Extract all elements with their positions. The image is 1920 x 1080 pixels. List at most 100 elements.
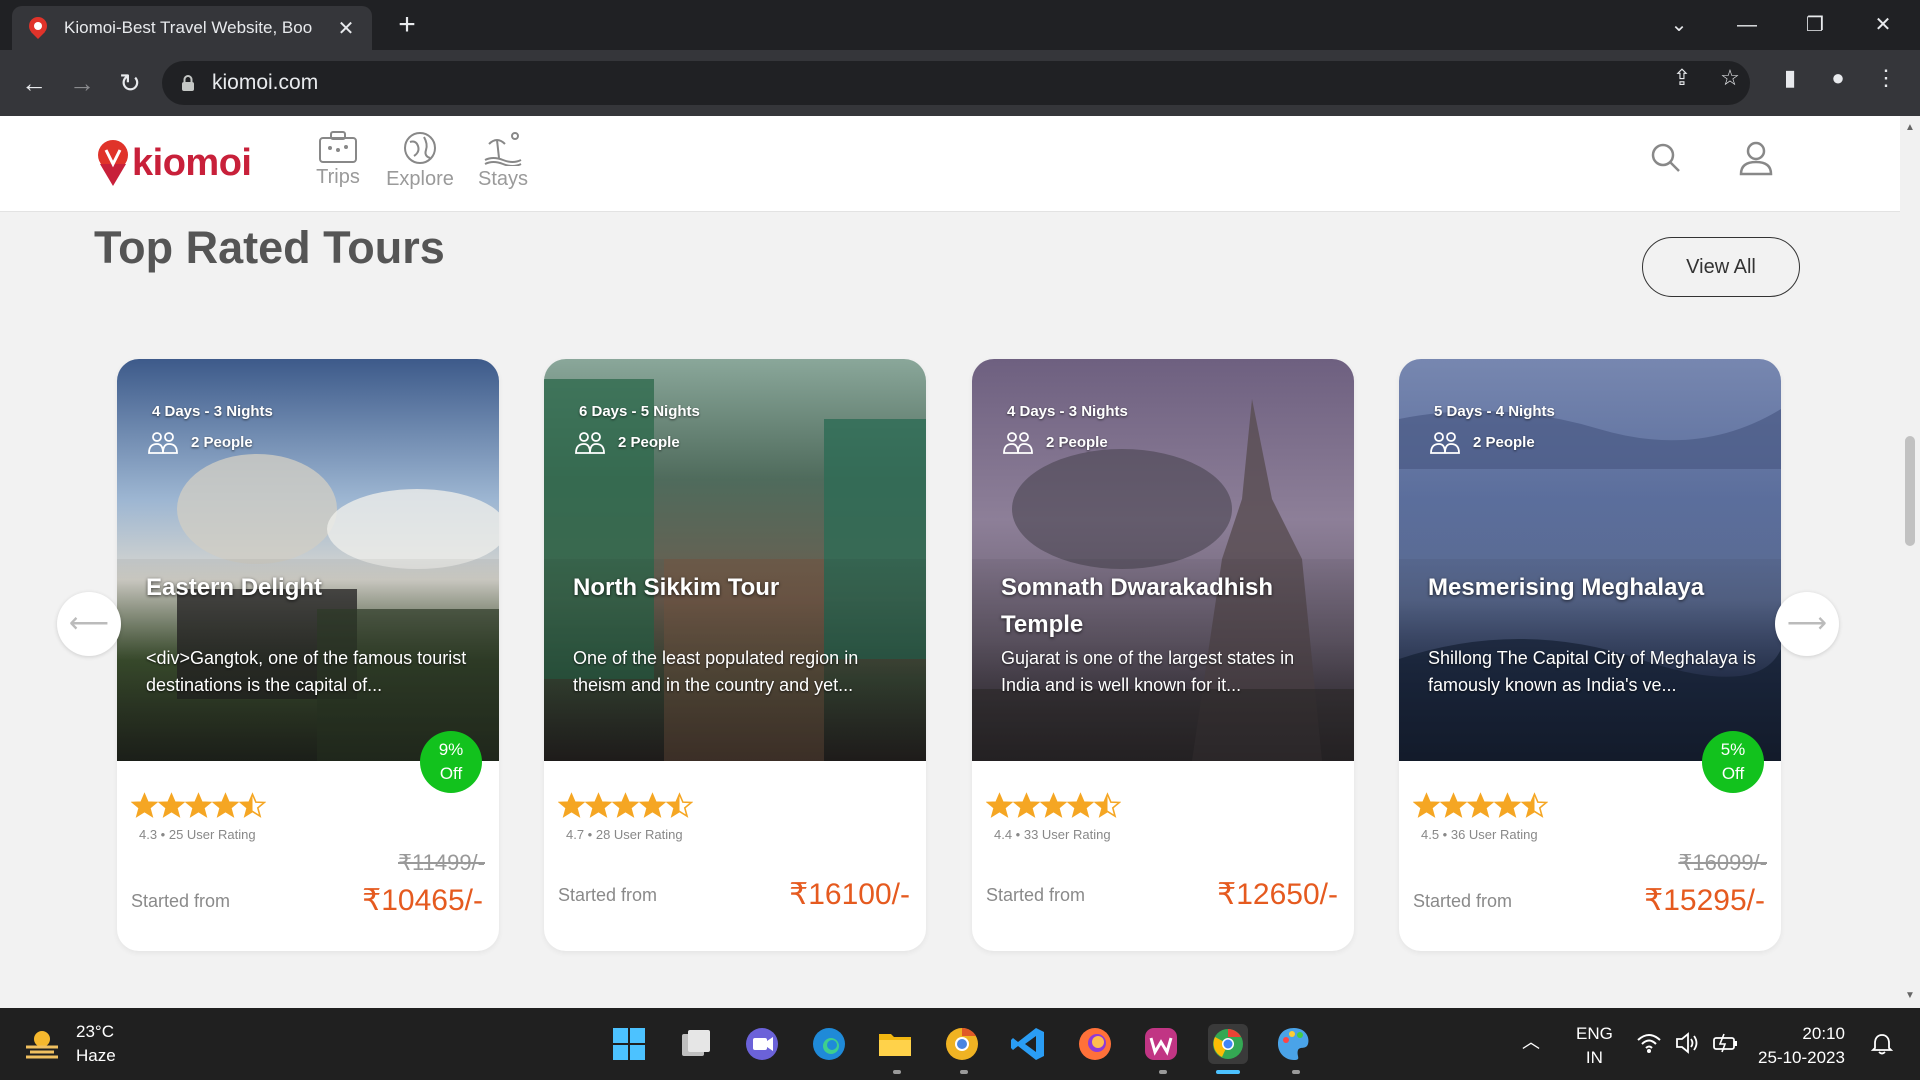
vscode-icon[interactable] <box>1008 1024 1048 1064</box>
share-icon[interactable]: ⇪ <box>1666 62 1698 94</box>
nav-stays-label: Stays <box>477 168 529 190</box>
tour-people: 2 People <box>1429 429 1535 455</box>
tab-title: Kiomoi-Best Travel Website, Boo <box>64 18 313 37</box>
tab-search-icon[interactable]: ⌄ <box>1664 10 1694 40</box>
star-rating <box>558 792 693 819</box>
wifi-icon[interactable] <box>1636 1030 1662 1056</box>
volume-icon[interactable] <box>1674 1030 1700 1056</box>
tour-card[interactable]: 4 Days - 3 Nights 2 People Somnath Dwara… <box>972 359 1354 951</box>
carousel-prev-button[interactable]: ⟵ <box>57 592 121 656</box>
star-icon <box>185 792 212 818</box>
tour-title[interactable]: Mesmerising Meghalaya <box>1428 569 1758 606</box>
chrome-icon[interactable] <box>1208 1024 1248 1064</box>
running-indicator <box>1292 1070 1300 1074</box>
notification-icon[interactable] <box>1870 1032 1894 1056</box>
browser-tab[interactable]: Kiomoi-Best Travel Website, Boo ✕ <box>12 6 372 50</box>
kiomoi-favicon-icon <box>29 17 47 39</box>
tour-card[interactable]: 5 Days - 4 Nights 2 People Mesmerising M… <box>1399 359 1781 951</box>
nav-trips-label: Trips <box>316 166 360 188</box>
carousel-next-button[interactable]: ⟶ <box>1775 592 1839 656</box>
running-indicator <box>960 1070 968 1074</box>
wps-icon[interactable] <box>1141 1024 1181 1064</box>
address-bar[interactable]: kiomoi.com <box>162 61 1750 105</box>
people-icon <box>148 432 178 454</box>
nav-explore[interactable]: Explore <box>380 130 460 191</box>
tour-description: Gujarat is one of the largest states in … <box>1001 648 1295 695</box>
user-account-icon[interactable] <box>1736 138 1776 178</box>
clock[interactable]: 20:10 25-10-2023 <box>1758 1022 1845 1070</box>
menu-icon[interactable]: ⋮ <box>1870 62 1902 94</box>
profile-icon[interactable]: ● <box>1822 62 1854 94</box>
tour-price: ₹15295/- <box>1644 884 1765 917</box>
star-icon <box>1521 792 1548 818</box>
beach-icon <box>484 132 522 166</box>
language-indicator[interactable]: ENG IN <box>1576 1022 1613 1070</box>
star-icon <box>1094 792 1121 818</box>
kiomoi-logo-icon <box>98 140 128 186</box>
close-window-icon[interactable]: ✕ <box>1868 10 1898 40</box>
tour-description: One of the least populated region in the… <box>573 648 859 695</box>
bookmark-star-icon[interactable]: ☆ <box>1714 62 1746 94</box>
star-rating <box>986 792 1121 819</box>
chat-icon[interactable] <box>742 1024 782 1064</box>
reload-icon[interactable]: ↻ <box>114 67 146 99</box>
side-panel-icon[interactable]: ▮ <box>1774 62 1806 94</box>
new-tab-icon[interactable]: + <box>392 10 422 40</box>
scroll-thumb[interactable] <box>1905 436 1915 546</box>
restore-icon[interactable]: ❐ <box>1800 10 1830 40</box>
old-price: ₹16099/- <box>1678 850 1767 875</box>
rating-text: 4.4 • 33 User Rating <box>994 827 1111 842</box>
forward-icon[interactable]: → <box>66 67 98 99</box>
kiomoi-logo[interactable]: kiomoi <box>96 138 252 188</box>
page-scrollbar[interactable]: ▲ ▼ <box>1900 116 1920 1008</box>
star-icon <box>212 792 239 818</box>
weather-condition: Haze <box>76 1046 116 1065</box>
minimize-icon[interactable]: — <box>1732 10 1762 40</box>
tour-card[interactable]: 6 Days - 5 Nights 2 People North Sikkim … <box>544 359 926 951</box>
tour-people: 2 People <box>574 429 680 455</box>
tour-people: 2 People <box>1002 429 1108 455</box>
star-icon <box>1067 792 1094 818</box>
started-from-label: Started from <box>131 891 231 911</box>
windows-start-icon[interactable] <box>609 1024 649 1064</box>
running-indicator <box>893 1070 901 1074</box>
scroll-up-icon[interactable]: ▲ <box>1900 120 1920 136</box>
tour-title[interactable]: Somnath Dwarakadhish Temple <box>1001 569 1331 643</box>
tour-duration: 5 Days - 4 Nights <box>1434 403 1555 420</box>
scroll-down-icon[interactable]: ▼ <box>1900 988 1920 1004</box>
started-from-label: Started from <box>986 885 1086 905</box>
rating-text: 4.5 • 36 User Rating <box>1421 827 1538 842</box>
tour-price: ₹16100/- <box>789 878 910 911</box>
running-indicator <box>1159 1070 1167 1074</box>
star-icon <box>1494 792 1521 818</box>
search-icon[interactable] <box>1646 138 1686 178</box>
tab-close-icon[interactable]: ✕ <box>334 16 358 41</box>
discount-badge: 9% Off <box>420 731 482 793</box>
site-header: kiomoi Trips Explore Stays <box>0 116 1900 212</box>
task-view-icon[interactable] <box>676 1024 716 1064</box>
weather-widget[interactable]: 23°C Haze <box>24 1020 116 1068</box>
firefox-icon[interactable] <box>1075 1024 1115 1064</box>
browser-tab-bar: Kiomoi-Best Travel Website, Boo ✕ + ⌄ — … <box>0 0 1920 50</box>
nav-trips[interactable]: Trips <box>298 130 378 189</box>
star-icon <box>1467 792 1494 818</box>
nav-explore-label: Explore <box>386 168 454 190</box>
view-all-button[interactable]: View All <box>1642 237 1800 297</box>
paint-icon[interactable] <box>1274 1024 1314 1064</box>
file-explorer-icon[interactable] <box>875 1024 915 1064</box>
windows-taskbar: 23°C Haze ︿ ENG IN 20:10 25-10-2023 <box>0 1008 1920 1080</box>
show-hidden-icons[interactable]: ︿ <box>1522 1030 1540 1054</box>
chrome-canary-icon[interactable] <box>942 1024 982 1064</box>
haze-weather-icon <box>26 1031 58 1059</box>
lock-icon <box>182 75 194 91</box>
back-icon[interactable]: ← <box>18 67 50 99</box>
star-rating <box>131 792 266 819</box>
nav-stays[interactable]: Stays <box>463 130 543 191</box>
tour-title[interactable]: Eastern Delight <box>146 569 476 606</box>
old-price: ₹11499/- <box>398 850 485 875</box>
tour-card[interactable]: 4 Days - 3 Nights 2 People Eastern Delig… <box>117 359 499 951</box>
battery-icon[interactable] <box>1712 1030 1740 1056</box>
edge-icon[interactable] <box>809 1024 849 1064</box>
tour-title[interactable]: North Sikkim Tour <box>573 569 903 606</box>
people-icon <box>1003 432 1033 454</box>
